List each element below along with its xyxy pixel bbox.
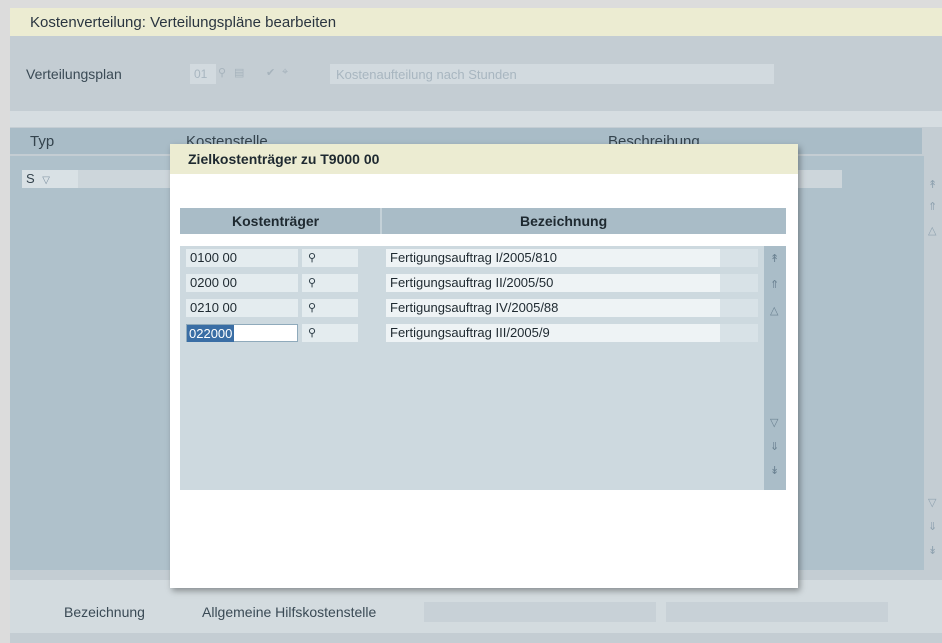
check-icon[interactable]: ✔	[266, 66, 275, 79]
detail-field-2[interactable]	[666, 602, 888, 622]
selected-text: 022000	[187, 325, 235, 342]
cost-unit-input-active[interactable]: 022000	[186, 324, 298, 342]
scroll-down-icon[interactable]: ▽	[928, 496, 936, 509]
row-tail	[720, 299, 758, 317]
cost-unit-field[interactable]: 0210 00	[186, 299, 298, 317]
dialog-table-header: Kostenträger Bezeichnung	[180, 208, 764, 234]
page-up-icon[interactable]: ⇑	[770, 278, 779, 291]
search-icon[interactable]: ⚲	[302, 324, 358, 342]
target-cost-dialog: Zielkostenträger zu T9000 00 Kostenträge…	[170, 144, 798, 588]
search-icon[interactable]: ⚲	[302, 274, 358, 292]
cost-unit-description: Fertigungsauftrag II/2005/50	[386, 274, 720, 292]
search-icon[interactable]: ⚲	[218, 66, 226, 79]
row-cell	[78, 170, 178, 188]
plan-code-field[interactable]: 01	[190, 64, 216, 84]
separator	[10, 111, 942, 127]
scroll-top-icon[interactable]: ↟	[928, 178, 937, 191]
plan-description-field[interactable]: Kostenaufteilung nach Stunden	[330, 64, 774, 84]
page-down-icon[interactable]: ⇓	[770, 440, 779, 453]
page-down-icon[interactable]: ⇓	[928, 520, 937, 533]
table-row[interactable]: 0200 00 ⚲ Fertigungsauftrag II/2005/50	[180, 271, 764, 293]
cost-unit-description: Fertigungsauftrag I/2005/810	[386, 249, 720, 267]
scroll-bottom-icon[interactable]: ↡	[770, 464, 779, 477]
type-value: S	[26, 171, 35, 186]
cost-unit-description: Fertigungsauftrag IV/2005/88	[386, 299, 720, 317]
chevron-down-icon[interactable]: ▽	[42, 175, 50, 186]
table-row[interactable]: 022000 ⚲ Fertigungsauftrag III/2005/9	[180, 321, 764, 343]
plan-label: Verteilungsplan	[26, 66, 122, 82]
header-divider	[380, 208, 382, 234]
window-title: Kostenverteilung: Verteilungspläne bearb…	[10, 8, 942, 36]
type-select[interactable]: S ▽	[22, 170, 78, 188]
row-cell	[796, 170, 842, 188]
col-kostentraeger[interactable]: Kostenträger	[232, 213, 319, 229]
page-up-icon[interactable]: ⇑	[928, 200, 937, 213]
header-divider	[922, 128, 925, 154]
save-icon[interactable]: ▤	[234, 66, 244, 79]
row-tail	[720, 324, 758, 342]
search-icon[interactable]: ⚲	[302, 299, 358, 317]
table-row[interactable]: 0210 00 ⚲ Fertigungsauftrag IV/2005/88	[180, 296, 764, 318]
dialog-scrollbar[interactable]: ↟ ⇑ △ ▽ ⇓ ↡	[764, 246, 786, 490]
scroll-up-icon[interactable]: △	[770, 304, 778, 317]
scroll-top-icon[interactable]: ↟	[770, 252, 779, 265]
col-typ[interactable]: Typ	[30, 133, 54, 150]
cost-unit-field[interactable]: 0200 00	[186, 274, 298, 292]
row-tail	[720, 249, 758, 267]
detail-field-1[interactable]	[424, 602, 656, 622]
header-scroll-corner	[764, 208, 786, 234]
bezeichnung-label: Bezeichnung	[64, 604, 145, 620]
col-bezeichnung[interactable]: Bezeichnung	[520, 213, 607, 229]
main-scrollbar[interactable]: ↟ ⇑ △ ▽ ⇓ ↡	[924, 156, 942, 570]
scroll-up-icon[interactable]: △	[928, 224, 936, 237]
bezeichnung-value: Allgemeine Hilfskostenstelle	[202, 604, 377, 620]
dialog-table-body: 0100 00 ⚲ Fertigungsauftrag I/2005/810 0…	[180, 246, 764, 490]
scroll-down-icon[interactable]: ▽	[770, 416, 778, 429]
scroll-bottom-icon[interactable]: ↡	[928, 544, 937, 557]
dialog-title: Zielkostenträger zu T9000 00	[170, 144, 798, 174]
row-tail	[720, 274, 758, 292]
cost-unit-description: Fertigungsauftrag III/2005/9	[386, 324, 720, 342]
cost-unit-field[interactable]: 0100 00	[186, 249, 298, 267]
search-icon[interactable]: ⚲	[302, 249, 358, 267]
grid-icon[interactable]: ⌖	[282, 66, 288, 79]
table-row[interactable]: 0100 00 ⚲ Fertigungsauftrag I/2005/810	[180, 246, 764, 268]
